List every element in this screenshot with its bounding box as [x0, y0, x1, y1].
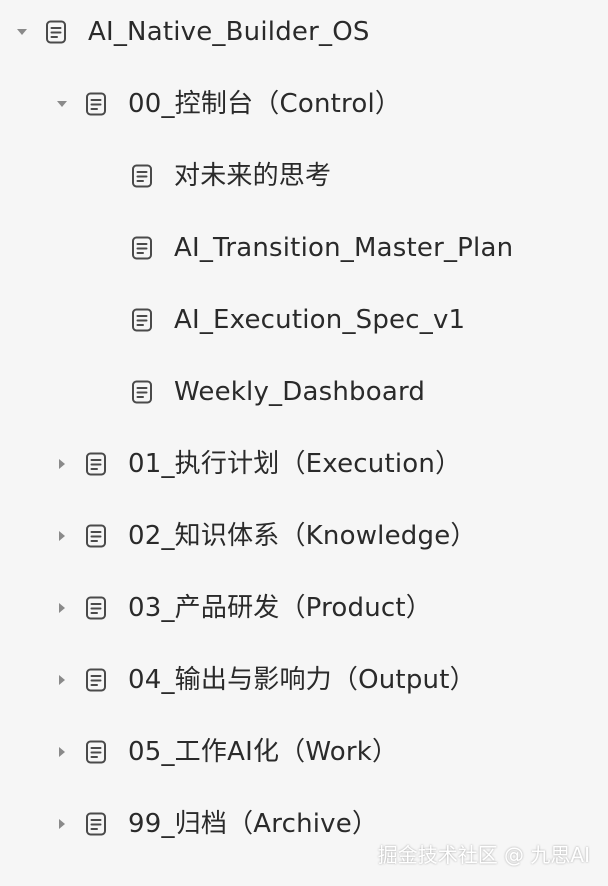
document-icon [82, 450, 110, 478]
document-icon [128, 162, 156, 190]
document-icon [82, 522, 110, 550]
document-icon [82, 810, 110, 838]
tree-item-child[interactable]: 对未来的思考 [0, 140, 608, 212]
caret-right-icon[interactable] [54, 744, 70, 760]
tree-item-label: AI_Native_Builder_OS [88, 17, 370, 47]
tree-item-section[interactable]: 03_产品研发（Product） [0, 572, 608, 644]
caret-right-icon[interactable] [54, 528, 70, 544]
tree-item-label: 99_归档（Archive） [128, 809, 379, 839]
caret-right-icon[interactable] [54, 816, 70, 832]
caret-down-icon[interactable] [14, 24, 30, 40]
tree-item-section[interactable]: 05_工作AI化（Work） [0, 716, 608, 788]
tree-item-label: 02_知识体系（Knowledge） [128, 521, 477, 551]
tree-item-label: 03_产品研发（Product） [128, 593, 433, 623]
tree-item-section[interactable]: 02_知识体系（Knowledge） [0, 500, 608, 572]
caret-right-icon[interactable] [54, 456, 70, 472]
document-icon [128, 234, 156, 262]
tree-item-child[interactable]: AI_Transition_Master_Plan [0, 212, 608, 284]
document-icon [82, 594, 110, 622]
tree-item-label: AI_Execution_Spec_v1 [174, 305, 466, 335]
tree-item-section[interactable]: 01_执行计划（Execution） [0, 428, 608, 500]
tree-item-label: 04_输出与影响力（Output） [128, 665, 476, 695]
page-tree: AI_Native_Builder_OS 00_控制台（Control） 对未来… [0, 0, 608, 886]
document-icon [128, 306, 156, 334]
document-icon [128, 378, 156, 406]
document-icon [42, 18, 70, 46]
tree-item-child[interactable]: Weekly_Dashboard [0, 356, 608, 428]
tree-item-label: 00_控制台（Control） [128, 89, 402, 119]
tree-item-root[interactable]: AI_Native_Builder_OS [0, 0, 608, 68]
caret-right-icon[interactable] [54, 600, 70, 616]
document-icon [82, 666, 110, 694]
document-icon [82, 90, 110, 118]
tree-item-label: 05_工作AI化（Work） [128, 737, 399, 767]
tree-item-label: 01_执行计划（Execution） [128, 449, 462, 479]
caret-right-icon[interactable] [54, 672, 70, 688]
tree-item-label: Weekly_Dashboard [174, 377, 426, 407]
caret-down-icon[interactable] [54, 96, 70, 112]
tree-item-label: 对未来的思考 [174, 161, 332, 191]
tree-item-control[interactable]: 00_控制台（Control） [0, 68, 608, 140]
tree-item-section[interactable]: 04_输出与影响力（Output） [0, 644, 608, 716]
document-icon [82, 738, 110, 766]
tree-item-label: AI_Transition_Master_Plan [174, 233, 514, 263]
watermark: 掘金技术社区 @ 九思AI [377, 843, 590, 867]
tree-item-child[interactable]: AI_Execution_Spec_v1 [0, 284, 608, 356]
